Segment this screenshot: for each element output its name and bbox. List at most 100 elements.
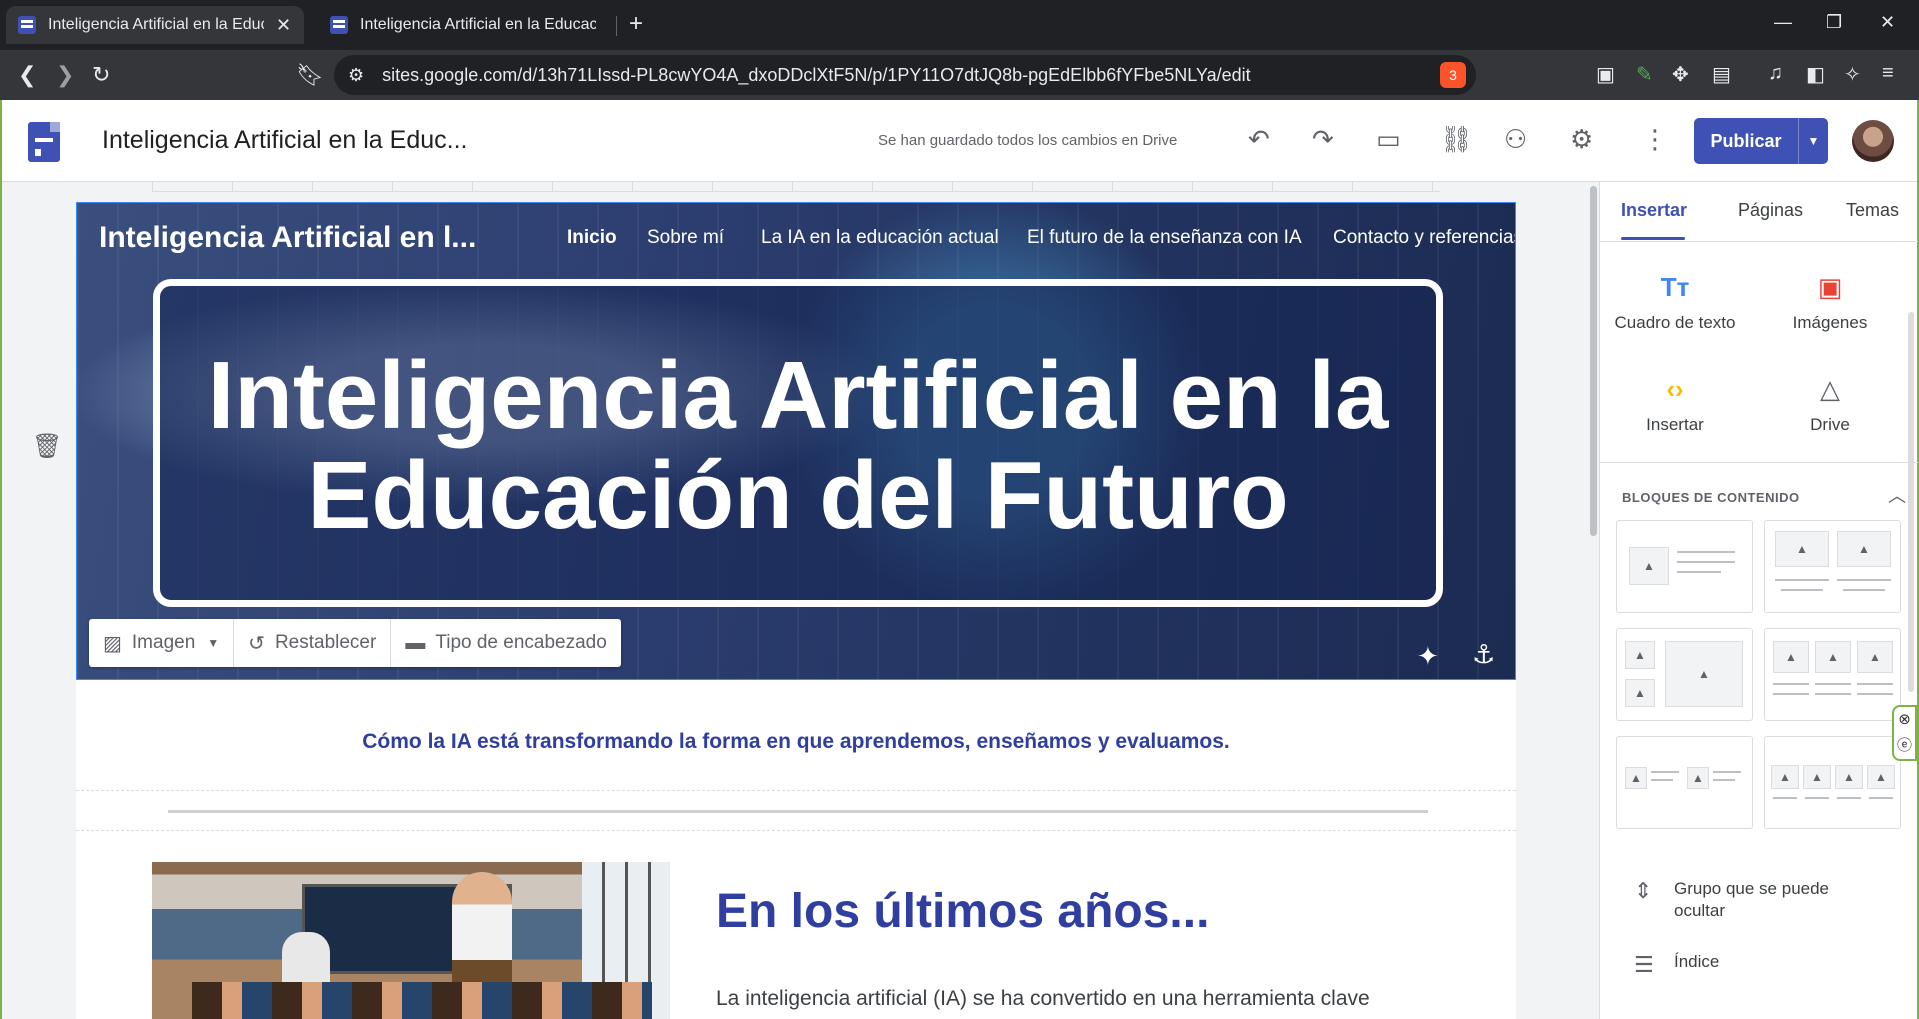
browser-tab[interactable]: Inteligencia Artificial en la Educación (318, 6, 608, 44)
browser-tab-active[interactable]: Inteligencia Artificial en la Educación … (6, 6, 304, 44)
images-label: Imágenes (1792, 313, 1868, 332)
block-line (1781, 589, 1823, 591)
content-block-image-text[interactable] (1616, 520, 1753, 613)
nav-item-futuro[interactable]: El futuro de la enseñanza con IA (1027, 227, 1302, 249)
link-icon[interactable]: ⛓ (1440, 124, 1473, 155)
canvas-scrollbar[interactable] (1590, 186, 1597, 536)
media-icon[interactable]: ♫ (1768, 62, 1783, 85)
section-title[interactable]: En los últimos años... (716, 884, 1209, 939)
site-settings-icon[interactable]: ⚙ (348, 65, 364, 86)
extension-icon[interactable]: ▣ (1596, 62, 1615, 87)
block-line (1815, 693, 1851, 695)
address-bar[interactable]: ⚙ sites.google.com/d/13h71LIssd-PL8cwYO4… (334, 55, 1476, 95)
tab-temas[interactable]: Temas (1846, 200, 1899, 221)
block-line (1815, 683, 1851, 685)
publish-dropdown-icon[interactable]: ▼ (1798, 118, 1828, 164)
sparkle-icon[interactable]: ✦ (1417, 641, 1439, 672)
block-image (1771, 765, 1799, 789)
header-type-button[interactable]: ▬ Tipo de encabezado (391, 619, 620, 667)
nav-item-ia-educacion[interactable]: La IA en la educación actual (761, 227, 999, 249)
redo-icon[interactable]: ↷ (1312, 124, 1334, 155)
share-icon[interactable]: ⚇ (1504, 124, 1527, 155)
menu-icon[interactable]: ≡ (1882, 62, 1894, 85)
block-image (1815, 641, 1851, 673)
leo-ai-icon[interactable]: ✧ (1844, 62, 1861, 87)
anchor-icon[interactable]: ⚓︎ (1472, 639, 1495, 670)
insert-drive[interactable]: △ Drive (1755, 374, 1905, 435)
classroom-image[interactable] (152, 862, 670, 1019)
delete-section-icon[interactable]: 🗑︎ (32, 432, 62, 461)
floating-extension-widget: ⊗ ⓔ (1892, 705, 1917, 761)
hero-toolbar: ▨ Imagen ▼ ↺ Restablecer ▬ Tipo de encab… (89, 619, 621, 667)
insert-embed[interactable]: ‹› Insertar (1600, 374, 1750, 435)
insert-collapsible-group[interactable]: ⇕ Grupo que se puede ocultar (1634, 878, 1884, 922)
content-block-three-images[interactable] (1764, 628, 1901, 721)
horizontal-divider[interactable] (168, 810, 1428, 813)
reader-icon[interactable]: ▤ (1712, 62, 1731, 87)
block-image (1687, 767, 1709, 789)
document-title[interactable]: Inteligencia Artificial en la Educ... (102, 126, 467, 155)
content-block-two-images[interactable] (1764, 520, 1901, 613)
block-image (1857, 641, 1893, 673)
restore-icon[interactable]: ❐ (1826, 12, 1842, 33)
nav-item-contacto[interactable]: Contacto y referencias (1333, 227, 1515, 249)
undo-icon[interactable]: ↶ (1248, 124, 1270, 155)
sidebar-icon[interactable]: ◧ (1806, 62, 1825, 87)
embed-label: Insertar (1646, 415, 1704, 434)
tab-title: Inteligencia Artificial en la Educación (48, 16, 264, 33)
hero-title-box[interactable]: Inteligencia Artificial en la Educación … (153, 279, 1443, 607)
extensions-puzzle-icon[interactable]: ✥ (1672, 62, 1689, 87)
new-tab-icon[interactable]: + (629, 10, 643, 38)
active-tab-indicator (1621, 237, 1685, 240)
panel-scrollbar[interactable] (1908, 312, 1914, 692)
image-button[interactable]: ▨ Imagen ▼ (89, 619, 235, 667)
insert-text-box[interactable]: Tт Cuadro de texto (1600, 272, 1750, 333)
pen-extension-icon[interactable]: ✎ (1636, 62, 1653, 87)
tab-close-icon[interactable]: ✕ (276, 15, 291, 36)
google-sites-logo[interactable] (28, 122, 60, 162)
brave-shields-icon[interactable]: 3 (1440, 62, 1466, 88)
sites-header: Inteligencia Artificial en la Educ... Se… (2, 100, 1917, 182)
reload-icon[interactable]: ↻ (92, 62, 110, 88)
settings-icon[interactable]: ⚙ (1570, 124, 1593, 155)
block-image (1837, 531, 1891, 567)
panel-divider (1600, 462, 1918, 463)
text-box-icon: Tт (1660, 272, 1690, 302)
url-text: sites.google.com/d/13h71LIssd-PL8cwYO4A_… (382, 64, 1251, 85)
image-label: Imagen (131, 632, 196, 653)
hero-header[interactable]: Inteligencia Artificial en l... Inicio S… (76, 202, 1516, 680)
block-image (1803, 765, 1831, 789)
content-block-four-images[interactable] (1764, 736, 1901, 829)
minimize-icon[interactable]: — (1774, 12, 1792, 33)
tab-paginas[interactable]: Páginas (1738, 200, 1803, 221)
header-type-label: Tipo de encabezado (435, 632, 607, 653)
tab-insertar[interactable]: Insertar (1621, 200, 1687, 221)
forward-icon[interactable]: ❯ (56, 62, 74, 88)
insert-table-of-contents[interactable]: ☰ Índice (1634, 952, 1719, 978)
edge-extension-icon[interactable]: ⓔ (1894, 733, 1915, 759)
avatar[interactable] (1852, 120, 1894, 162)
preview-devices-icon[interactable]: ▭ (1376, 124, 1401, 155)
page-subtitle[interactable]: Cómo la IA está transformando la forma e… (76, 730, 1516, 754)
content-block-gallery[interactable] (1616, 628, 1753, 721)
collapsible-group-icon: ⇕ (1634, 878, 1653, 903)
image-icon: ▨ (103, 632, 122, 655)
nav-item-inicio[interactable]: Inicio (567, 227, 617, 249)
publish-button[interactable]: Publicar ▼ (1694, 118, 1828, 164)
more-options-icon[interactable]: ⋮ (1642, 124, 1668, 155)
content-block-image-pairs[interactable] (1616, 736, 1753, 829)
image-icon: ▣ (1817, 272, 1843, 302)
block-image (1775, 531, 1829, 567)
back-icon[interactable]: ❮ (18, 62, 36, 88)
hero-title[interactable]: Inteligencia Artificial en la Educación … (160, 346, 1436, 546)
reset-button[interactable]: ↺ Restablecer (234, 619, 392, 667)
chevron-up-icon[interactable]: ︿ (1888, 482, 1906, 508)
bookmark-icon[interactable]: 🔖︎ (296, 62, 324, 88)
nav-item-sobre-mi[interactable]: Sobre mí (647, 227, 724, 249)
insert-images[interactable]: ▣ Imágenes (1755, 272, 1905, 333)
block-line (1651, 771, 1679, 773)
body-text[interactable]: La inteligencia artificial (IA) se ha co… (716, 984, 1456, 1014)
window-close-icon[interactable]: ✕ (1880, 12, 1895, 33)
site-name[interactable]: Inteligencia Artificial en l... (99, 221, 476, 255)
close-icon[interactable]: ⊗ (1894, 707, 1915, 733)
